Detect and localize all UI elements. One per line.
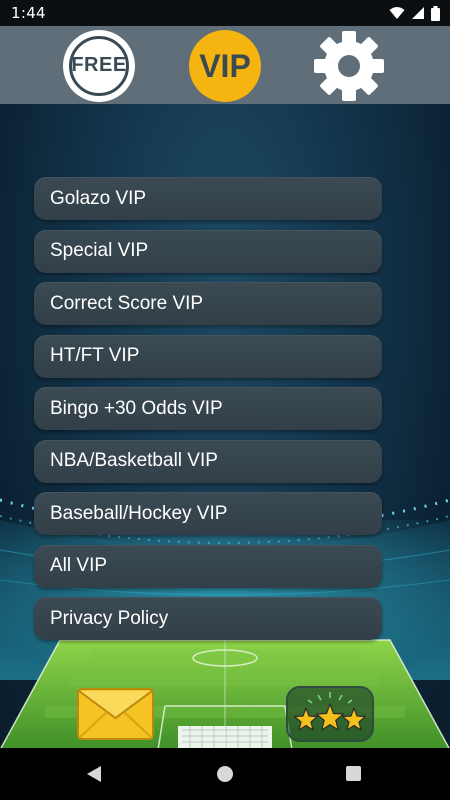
menu-item-baseball-hockey-vip[interactable]: Baseball/Hockey VIP	[34, 492, 382, 535]
envelope-icon	[77, 688, 154, 740]
vip-label: VIP	[199, 48, 251, 84]
menu-item-label: All VIP	[50, 555, 108, 576]
wifi-icon	[389, 7, 405, 19]
rate-app-button[interactable]	[286, 686, 374, 742]
status-time: 1:44	[11, 4, 46, 22]
stars-icon	[293, 692, 367, 731]
gear-icon	[314, 31, 384, 101]
settings-button[interactable]	[313, 30, 385, 102]
menu-item-correct-score-vip[interactable]: Correct Score VIP	[34, 282, 382, 325]
menu-item-label: NBA/Basketball VIP	[50, 450, 218, 471]
menu-item-label: Baseball/Hockey VIP	[50, 502, 228, 524]
top-bar: FREE VIP	[0, 26, 450, 104]
back-triangle-icon[interactable]	[86, 765, 102, 783]
home-circle-icon[interactable]	[217, 766, 233, 782]
vip-tips-button[interactable]: VIP	[189, 30, 261, 102]
menu-item-label: Bingo +30 Odds VIP	[50, 397, 223, 419]
menu-item-label: Special VIP	[50, 240, 149, 261]
signal-icon	[412, 7, 424, 19]
menu-item-bingo-odds-vip[interactable]: Bingo +30 Odds VIP	[34, 387, 382, 430]
menu-item-htft-vip[interactable]: HT/FT VIP	[34, 334, 382, 378]
menu-item-privacy-policy[interactable]: Privacy Policy	[34, 597, 382, 640]
recents-square-icon[interactable]	[346, 766, 361, 781]
battery-icon	[431, 5, 440, 21]
app-screen: 1:44 FREE VIP Golazo VIP Special VIP Cor…	[0, 0, 450, 800]
menu-item-label: HT/FT VIP	[50, 345, 140, 366]
status-bar: 1:44	[0, 0, 450, 26]
vip-menu: Golazo VIP Special VIP Correct Score VIP…	[34, 177, 382, 650]
free-label: FREE	[71, 54, 127, 76]
menu-item-golazo-vip[interactable]: Golazo VIP	[34, 177, 382, 220]
menu-item-special-vip[interactable]: Special VIP	[34, 229, 382, 273]
contact-mail-button[interactable]	[77, 688, 154, 740]
menu-item-label: Golazo VIP	[50, 187, 147, 209]
menu-item-label: Privacy Policy	[50, 607, 169, 629]
menu-item-label: Correct Score VIP	[50, 292, 204, 314]
menu-item-nba-basketball-vip[interactable]: NBA/Basketball VIP	[34, 439, 382, 483]
status-icons	[389, 5, 440, 21]
navigation-bar	[0, 748, 450, 800]
menu-item-all-vip[interactable]: All VIP	[34, 544, 382, 588]
free-tips-button[interactable]: FREE	[63, 30, 135, 102]
